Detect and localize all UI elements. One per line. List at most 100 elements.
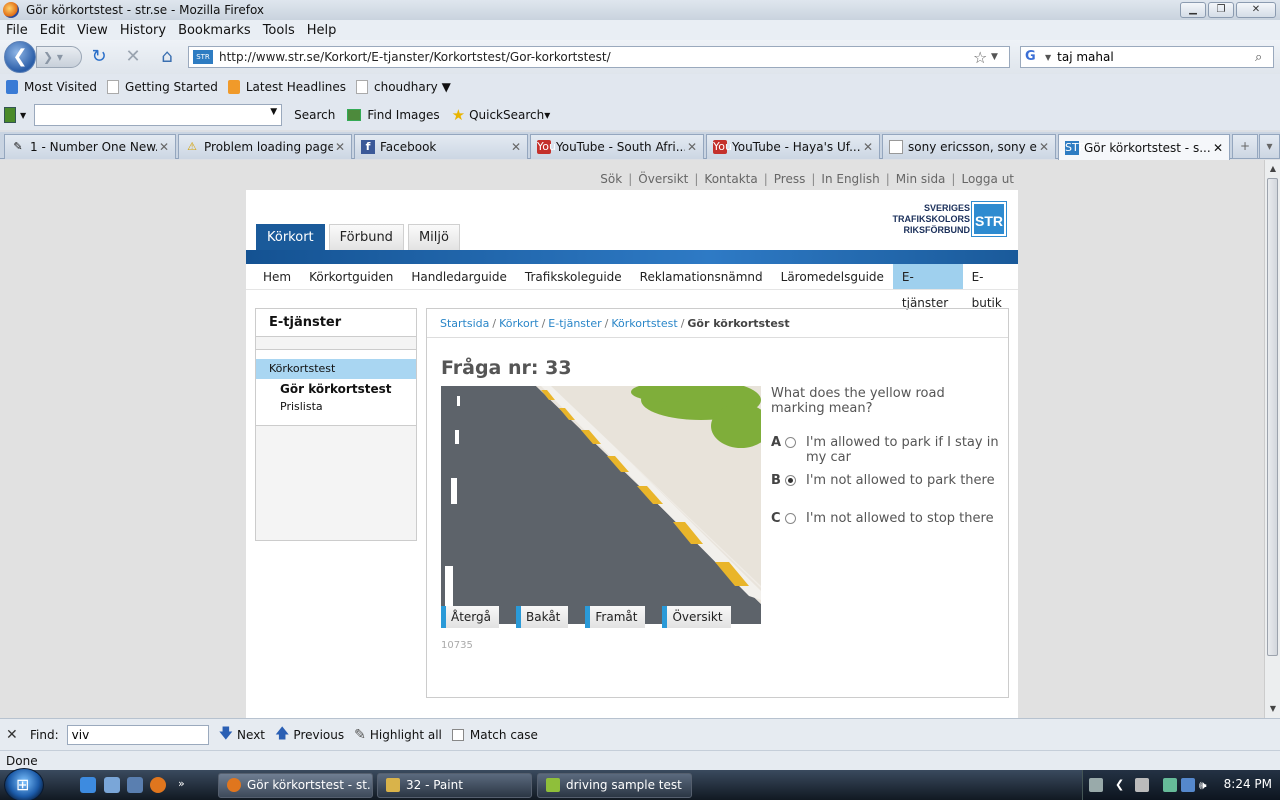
sidebar-item-prislista[interactable]: Prislista xyxy=(256,398,416,416)
ie-icon[interactable] xyxy=(80,777,96,793)
search-engine-dropdown-icon[interactable]: ▼ xyxy=(1045,53,1051,62)
subnav-laromedelsguide[interactable]: Läromedelsguide xyxy=(772,264,893,289)
scroll-down-icon[interactable]: ▼ xyxy=(1265,702,1280,716)
search-input[interactable] xyxy=(1057,50,1255,64)
back-button[interactable]: ❮ xyxy=(4,41,36,73)
vertical-scrollbar[interactable]: ▲ ▼ xyxy=(1264,160,1280,718)
tab-number-one[interactable]: ✎ 1 - Number One New... ✕ xyxy=(4,134,176,159)
match-case-checkbox[interactable]: Match case xyxy=(451,728,538,742)
answer-a-radio[interactable] xyxy=(785,437,796,448)
link-oversikt[interactable]: Översikt xyxy=(638,172,688,186)
tab-youtube-south-africa[interactable]: You YouTube - South Afri... ✕ xyxy=(530,134,704,159)
film-dropdown-icon[interactable]: ▼ xyxy=(20,111,26,120)
bookmark-choudhary[interactable]: choudhary ▼ xyxy=(356,80,451,94)
subnav-e-butik[interactable]: E-butik xyxy=(963,264,1018,310)
new-tab-button[interactable]: + xyxy=(1232,134,1258,159)
search-icon[interactable]: ⌕ xyxy=(1255,50,1273,65)
forward-button[interactable]: ❯ ▾ xyxy=(36,46,82,68)
subnav-trafikskoleguide[interactable]: Trafikskoleguide xyxy=(516,264,631,289)
toolbar-search-combo[interactable]: ▼ xyxy=(34,104,283,126)
str-logo[interactable]: SVERIGES TRAFIKSKOLORS RIKSFÖRBUND STR xyxy=(893,201,1007,237)
close-tab-icon[interactable]: ✕ xyxy=(861,140,873,154)
sidebar-item-gor-korkortstest[interactable]: Gör körkortstest xyxy=(256,380,416,398)
toolbar-search-button[interactable]: Search xyxy=(294,108,335,122)
url-dropdown-icon[interactable]: ▼ xyxy=(991,52,1009,62)
tab-facebook[interactable]: f Facebook ✕ xyxy=(354,134,528,159)
close-tab-icon[interactable]: ✕ xyxy=(1211,141,1223,155)
bookmark-star-icon[interactable]: ☆ xyxy=(973,48,991,67)
menu-bookmarks[interactable]: Bookmarks xyxy=(178,23,251,38)
bookmark-getting-started[interactable]: Getting Started xyxy=(107,80,218,94)
link-sok[interactable]: Sök xyxy=(600,172,622,186)
quicksearch-button[interactable]: ★ QuickSearch▾ xyxy=(452,106,551,124)
breadcrumb-korkortstest[interactable]: Körkortstest xyxy=(611,317,677,330)
keyboard-icon[interactable] xyxy=(1089,778,1103,792)
taskbar-folder[interactable]: driving sample test xyxy=(537,773,692,798)
breadcrumb-korkort[interactable]: Körkort xyxy=(499,317,538,330)
network-icon[interactable] xyxy=(1181,778,1195,792)
subnav-korkortguiden[interactable]: Körkortguiden xyxy=(300,264,402,289)
answer-a[interactable]: A I'm allowed to park if I stay in my ca… xyxy=(771,435,1001,465)
answer-b[interactable]: B I'm not allowed to park there xyxy=(771,473,1001,488)
find-next-button[interactable]: 🡇 Next xyxy=(219,723,265,747)
highlight-all-button[interactable]: ✎ Highlight all xyxy=(354,727,442,743)
bakat-button[interactable]: Bakåt xyxy=(516,606,569,628)
bookmark-most-visited[interactable]: Most Visited xyxy=(6,80,97,94)
combo-dropdown-icon[interactable]: ▼ xyxy=(270,107,277,117)
volume-icon[interactable]: 🕪 xyxy=(1199,778,1213,792)
tab-forbund[interactable]: Förbund xyxy=(328,224,404,250)
taskbar-firefox[interactable]: Gör körkortstest - st... xyxy=(218,773,373,798)
menu-tools[interactable]: Tools xyxy=(263,23,295,38)
close-tab-icon[interactable]: ✕ xyxy=(509,140,521,154)
stop-icon[interactable]: ✕ xyxy=(122,46,144,68)
safely-remove-icon[interactable] xyxy=(1163,778,1177,792)
subnav-e-tjanster[interactable]: E-tjänster xyxy=(892,264,963,310)
link-press[interactable]: Press xyxy=(774,172,806,186)
tab-problem-loading[interactable]: ⚠ Problem loading page ✕ xyxy=(178,134,352,159)
close-tab-icon[interactable]: ✕ xyxy=(685,140,697,154)
taskbar-paint[interactable]: 32 - Paint xyxy=(377,773,532,798)
close-window-button[interactable]: ✕ xyxy=(1236,2,1276,18)
sidebar-item-korkortstest[interactable]: Körkortstest xyxy=(256,359,416,379)
firefox-icon[interactable] xyxy=(150,777,166,793)
maximize-button[interactable]: ❐ xyxy=(1208,2,1234,18)
switch-windows-icon[interactable] xyxy=(127,777,143,793)
tab-list-button[interactable]: ▾ xyxy=(1259,134,1280,159)
tab-youtube-haya[interactable]: You YouTube - Haya's Uf... ✕ xyxy=(706,134,880,159)
close-tab-icon[interactable]: ✕ xyxy=(333,140,345,154)
site-identity-icon[interactable]: STR xyxy=(193,50,213,64)
reload-icon[interactable]: ↻ xyxy=(88,46,110,68)
find-images-button[interactable]: Find Images xyxy=(347,108,440,122)
link-kontakta[interactable]: Kontakta xyxy=(704,172,757,186)
answer-c-radio[interactable] xyxy=(785,513,796,524)
search-bar[interactable]: G ▼ ⌕ xyxy=(1020,46,1274,68)
close-tab-icon[interactable]: ✕ xyxy=(157,140,169,154)
menu-edit[interactable]: Edit xyxy=(40,23,65,38)
checkbox-box[interactable] xyxy=(451,728,464,741)
start-button[interactable] xyxy=(4,768,44,800)
scroll-up-icon[interactable]: ▲ xyxy=(1265,162,1280,176)
subnav-handledarguide[interactable]: Handledarguide xyxy=(402,264,516,289)
tab-korkort[interactable]: Körkort xyxy=(256,224,325,250)
tab-sony-ericsson[interactable]: sony ericsson, sony e... ✕ xyxy=(882,134,1056,159)
link-min-sida[interactable]: Min sida xyxy=(896,172,946,186)
home-icon[interactable]: ⌂ xyxy=(156,46,178,68)
url-text[interactable]: http://www.str.se/Korkort/E-tjanster/Kor… xyxy=(219,50,973,64)
address-bar[interactable]: STR http://www.str.se/Korkort/E-tjanster… xyxy=(188,46,1010,68)
oversikt-button[interactable]: Översikt xyxy=(662,606,731,628)
film-icon[interactable] xyxy=(4,107,16,123)
bookmark-latest-headlines[interactable]: Latest Headlines xyxy=(227,80,346,94)
show-desktop-icon[interactable] xyxy=(104,777,120,793)
quicklaunch-overflow-icon[interactable]: » xyxy=(178,777,194,793)
link-logga-ut[interactable]: Logga ut xyxy=(961,172,1014,186)
menu-help[interactable]: Help xyxy=(307,23,337,38)
framat-button[interactable]: Framåt xyxy=(585,606,646,628)
tab-gor-korkortstest[interactable]: STR Gör körkortstest - s... ✕ xyxy=(1058,134,1230,160)
breadcrumb-e-tjanster[interactable]: E-tjänster xyxy=(548,317,601,330)
answer-b-radio[interactable] xyxy=(785,475,796,486)
tray-expand-icon[interactable]: ❮ xyxy=(1115,778,1129,792)
google-icon[interactable]: G xyxy=(1025,49,1041,65)
menu-view[interactable]: View xyxy=(77,23,108,38)
breadcrumb-startsida[interactable]: Startsida xyxy=(440,317,489,330)
scroll-thumb[interactable] xyxy=(1267,178,1278,656)
